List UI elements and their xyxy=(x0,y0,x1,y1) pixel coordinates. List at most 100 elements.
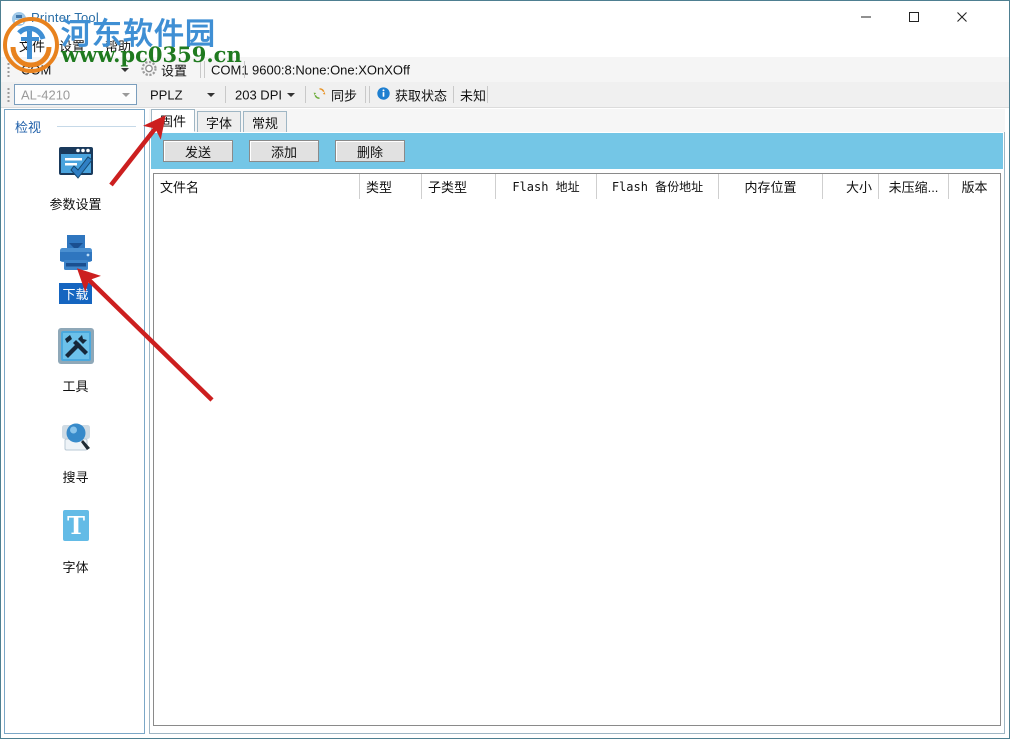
column-header-label: Flash 备份地址 xyxy=(612,178,703,195)
toolbar-separator xyxy=(305,86,306,103)
chevron-down-icon xyxy=(207,93,215,97)
toolbar-separator xyxy=(487,86,488,103)
firmware-panel: 发送 添加 删除 文件名 类型 子类型 Flash 地址 Flash 备份地址 … xyxy=(149,132,1005,734)
printer-tool-icon xyxy=(11,11,27,27)
chevron-down-icon xyxy=(122,93,130,97)
add-button-label: 添加 xyxy=(271,142,297,161)
search-printer-icon xyxy=(52,413,100,461)
table-body[interactable] xyxy=(154,199,1000,725)
toolbar-printer-row: AL-4210 PPLZ 203 DPI 同步 xyxy=(1,82,1009,108)
firmware-button-bar: 发送 添加 删除 xyxy=(151,133,1003,169)
status-value: 未知 xyxy=(460,85,486,104)
toolbar-separator xyxy=(204,61,205,78)
sidebar-header: 检视 xyxy=(15,117,136,135)
toolbar-grip[interactable] xyxy=(7,87,10,102)
sidebar: 检视 参数设置 xyxy=(4,109,145,734)
font-t-icon: T xyxy=(52,503,100,551)
printer-model-value: AL-4210 xyxy=(21,87,70,102)
sidebar-item-label: 参数设置 xyxy=(46,193,104,214)
info-icon[interactable] xyxy=(376,86,391,104)
toolbar-separator xyxy=(200,61,201,78)
port-params-label: 9600:8:None:One:XOnXOff xyxy=(252,62,410,77)
column-header-flash-address[interactable]: Flash 地址 xyxy=(496,174,597,199)
sidebar-header-label: 检视 xyxy=(15,117,47,136)
column-header-subtype[interactable]: 子类型 xyxy=(422,174,496,199)
sidebar-item-font[interactable]: T 字体 xyxy=(5,503,146,577)
column-header-type[interactable]: 类型 xyxy=(360,174,422,199)
add-button[interactable]: 添加 xyxy=(249,140,319,162)
tab-strip: 固件 字体 常规 xyxy=(149,109,1005,133)
column-header-size[interactable]: 大小 xyxy=(823,174,879,199)
params-settings-icon xyxy=(52,140,100,188)
firmware-table: 文件名 类型 子类型 Flash 地址 Flash 备份地址 内存位置 大小 未… xyxy=(153,173,1001,726)
get-status-button-label[interactable]: 获取状态 xyxy=(395,85,447,104)
delete-button-label: 删除 xyxy=(357,142,383,161)
tab-label: 字体 xyxy=(206,113,232,132)
port-type-value: COM xyxy=(21,62,51,77)
tab-label: 常规 xyxy=(252,113,278,132)
sidebar-item-search[interactable]: 搜寻 xyxy=(5,413,146,487)
tools-icon xyxy=(52,322,100,370)
column-header-label: 内存位置 xyxy=(744,177,796,196)
sidebar-item-params-settings[interactable]: 参数设置 xyxy=(5,140,146,214)
settings-button-label[interactable]: 设置 xyxy=(161,60,187,79)
printer-language-combo[interactable]: PPLZ xyxy=(144,84,221,105)
printer-model-combo[interactable]: AL-4210 xyxy=(14,84,137,105)
column-header-label: 未压缩... xyxy=(889,177,939,196)
column-header-label: 版本 xyxy=(961,177,987,196)
printer-dpi-combo[interactable]: 203 DPI xyxy=(229,84,301,105)
menu-item-settings[interactable]: 设置 xyxy=(59,36,85,55)
column-header-filename[interactable]: 文件名 xyxy=(154,174,360,199)
sidebar-header-rule xyxy=(57,126,136,127)
toolbar-connection-row: COM 设置 COM1 9600:8:None:One:XOnXOff xyxy=(1,57,1009,83)
column-header-label: 子类型 xyxy=(428,177,467,196)
sidebar-item-label: 搜寻 xyxy=(59,466,91,487)
toolbar-separator xyxy=(244,61,245,78)
toolbar-separator xyxy=(369,86,370,103)
toolbar-separator xyxy=(365,86,366,103)
tab-label: 固件 xyxy=(160,111,186,130)
column-header-uncompressed[interactable]: 未压缩... xyxy=(879,174,949,199)
column-header-label: 文件名 xyxy=(160,177,199,196)
chevron-down-icon xyxy=(121,68,129,72)
sync-button-label[interactable]: 同步 xyxy=(331,85,357,104)
sidebar-item-label: 下载 xyxy=(59,283,91,304)
column-header-label: Flash 地址 xyxy=(512,178,579,195)
svg-text:T: T xyxy=(67,511,85,540)
port-name-label: COM1 xyxy=(211,62,249,77)
main-panel: 固件 字体 常规 发送 添加 删除 xyxy=(149,109,1005,734)
sidebar-item-tools[interactable]: 工具 xyxy=(5,322,146,396)
download-printer-icon xyxy=(52,230,100,278)
toolbar-separator xyxy=(225,86,226,103)
column-header-flash-backup-address[interactable]: Flash 备份地址 xyxy=(597,174,719,199)
delete-button[interactable]: 删除 xyxy=(335,140,405,162)
send-button[interactable]: 发送 xyxy=(163,140,233,162)
table-header-row: 文件名 类型 子类型 Flash 地址 Flash 备份地址 内存位置 大小 未… xyxy=(154,174,1000,200)
sidebar-item-label: 字体 xyxy=(59,556,91,577)
sidebar-item-label: 工具 xyxy=(59,375,91,396)
column-header-label: 类型 xyxy=(366,177,392,196)
port-type-combo[interactable]: COM xyxy=(15,59,135,80)
gear-icon[interactable] xyxy=(141,60,157,79)
printer-tool-window: Printer Tool 文件 设置 帮助 COM 设置 xyxy=(0,0,1010,739)
send-button-label: 发送 xyxy=(185,142,211,161)
column-header-version[interactable]: 版本 xyxy=(949,174,1000,199)
maximize-button[interactable] xyxy=(891,1,937,32)
column-header-memory-location[interactable]: 内存位置 xyxy=(719,174,823,199)
sync-icon[interactable] xyxy=(312,86,327,104)
tab-firmware[interactable]: 固件 xyxy=(151,109,195,132)
toolbar-grip[interactable] xyxy=(7,62,10,77)
printer-language-value: PPLZ xyxy=(150,87,183,102)
close-button[interactable] xyxy=(939,1,985,32)
column-header-label: 大小 xyxy=(846,177,872,196)
tab-font[interactable]: 字体 xyxy=(197,111,241,132)
toolbar-separator xyxy=(453,86,454,103)
minimize-button[interactable] xyxy=(843,1,889,32)
menu-item-help[interactable]: 帮助 xyxy=(105,36,131,55)
window-title: Printer Tool xyxy=(31,10,99,25)
sidebar-item-download[interactable]: 下载 xyxy=(5,230,146,304)
chevron-down-icon xyxy=(287,93,295,97)
menu-item-file[interactable]: 文件 xyxy=(19,36,45,55)
menu-bar: 文件 设置 帮助 xyxy=(1,31,1009,57)
tab-general[interactable]: 常规 xyxy=(243,111,287,132)
